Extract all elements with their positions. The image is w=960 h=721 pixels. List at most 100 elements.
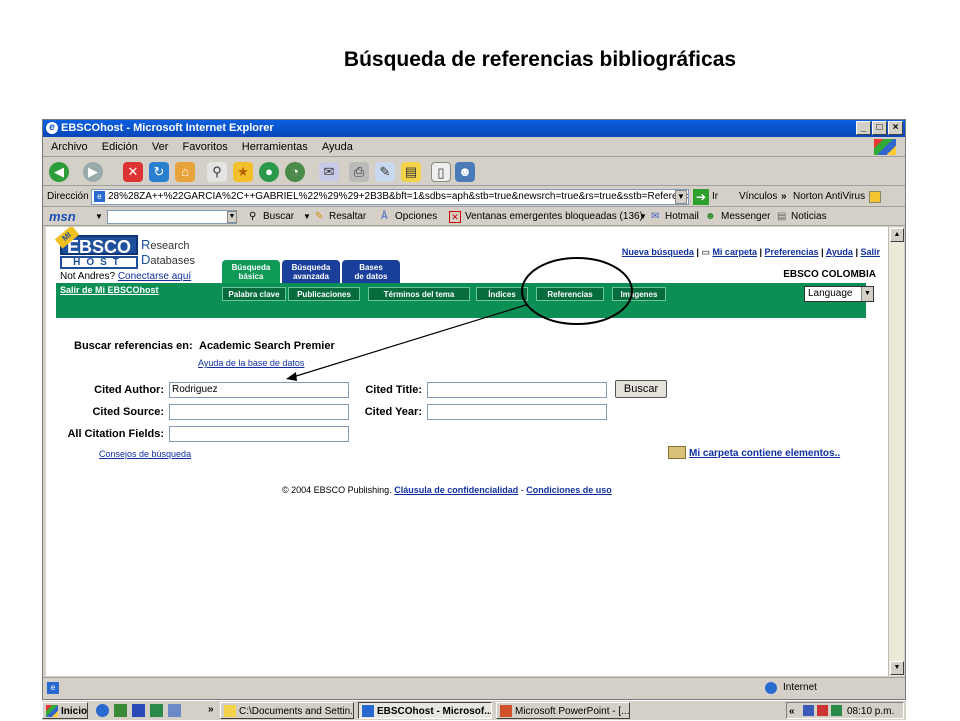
opciones-button[interactable]: Opciones [395, 208, 437, 226]
menu-favoritos[interactable]: Favoritos [182, 141, 227, 153]
resaltar-button[interactable]: Resaltar [329, 208, 366, 226]
slide-title: Búsqueda de referencias bibliográficas [343, 48, 737, 71]
back-icon[interactable]: ◀ [49, 162, 69, 182]
annotation-overlay [286, 257, 633, 381]
highlighter-icon: ✎ [315, 211, 324, 222]
pointer-arrow-line [292, 304, 527, 378]
taskbar: Inicio » C:\Documents and Settin... EBSC… [42, 700, 906, 720]
close-button[interactable]: × [888, 121, 903, 135]
address-url: 28%28ZA++%22GARCIA%2C++GABRIEL%22%29%29+… [108, 191, 689, 202]
msn-toolbar: msn ▼ ▼ ⚲ Buscar ▼ ✎ Resaltar Å Opciones… [43, 208, 905, 226]
discuss-icon[interactable]: ▤ [401, 162, 421, 182]
history-icon[interactable]: ◔ [285, 162, 305, 182]
menu-archivo[interactable]: Archivo [51, 141, 88, 153]
edit-icon[interactable]: ✎ [375, 162, 395, 182]
system-tray: « 08:10 p.m. [786, 702, 904, 719]
page-icon: e [94, 191, 105, 202]
status-bar: e Internet [43, 677, 905, 699]
messenger-buddy-icon: ☻ [705, 211, 716, 222]
title-bar[interactable]: e EBSCOhost - Microsoft Internet Explore… [43, 120, 905, 137]
messenger-button[interactable]: Messenger [721, 208, 770, 226]
msn-logo[interactable]: msn [49, 208, 76, 226]
menu-bar: Archivo Edición Ver Favoritos Herramient… [43, 137, 905, 157]
address-input[interactable]: e 28%28ZA++%22GARCIA%2C++GABRIEL%22%29%2… [91, 189, 689, 205]
menu-herramientas[interactable]: Herramientas [242, 141, 308, 153]
mail-icon[interactable]: ✉ [319, 162, 339, 182]
ie-window: e EBSCOhost - Microsoft Internet Explore… [42, 119, 906, 700]
menu-edicion[interactable]: Edición [102, 141, 138, 153]
task-powerpoint[interactable]: Microsoft PowerPoint - [... [496, 702, 630, 719]
web-page: EBSCO HOST MI Research Databases Not And… [46, 227, 888, 676]
address-bar: Dirección e 28%28ZA++%22GARCIA%2C++GABRI… [43, 187, 905, 207]
tray-network-icon[interactable] [803, 705, 814, 716]
forward-icon[interactable]: ▶ [83, 162, 103, 182]
start-button[interactable]: Inicio [42, 702, 88, 719]
popup-blocker-icon: ✕ [449, 211, 461, 223]
go-button[interactable]: Ir [712, 187, 718, 207]
quicklaunch-word-icon[interactable] [132, 704, 145, 717]
scroll-up-icon[interactable]: ▲ [890, 228, 904, 242]
news-icon: ▤ [777, 211, 787, 222]
menu-ver[interactable]: Ver [152, 141, 169, 153]
zone-label: Internet [783, 682, 817, 693]
media-icon[interactable]: ● [259, 162, 279, 182]
quicklaunch-excel-icon[interactable] [150, 704, 163, 717]
page-status-icon: e [47, 682, 59, 694]
buscar-dropdown-icon[interactable]: ▼ [303, 208, 311, 226]
quicklaunch-outlook-icon[interactable] [114, 704, 127, 717]
ie-task-icon [362, 705, 374, 717]
vertical-scrollbar[interactable]: ▲ ▼ [888, 227, 904, 676]
popups-blocked-button[interactable]: Ventanas emergentes bloqueadas (136) [465, 208, 643, 226]
tray-antivirus-icon[interactable] [817, 705, 828, 716]
window-title: EBSCOhost - Microsoft Internet Explorer [61, 122, 274, 134]
hotmail-button[interactable]: Hotmail [665, 208, 699, 226]
norton-label[interactable]: Norton AntiVirus [793, 187, 865, 207]
quicklaunch-desktop-icon[interactable] [168, 704, 181, 717]
powerpoint-task-icon [500, 705, 512, 717]
windows-flag-icon [46, 705, 58, 717]
noticias-button[interactable]: Noticias [791, 208, 827, 226]
hotmail-icon: ✉ [651, 211, 660, 222]
address-label: Dirección [47, 191, 89, 202]
norton-icon[interactable] [869, 191, 881, 203]
minimize-button[interactable]: _ [856, 121, 871, 135]
go-arrow-icon[interactable]: ➔ [693, 189, 709, 205]
msn-search-dropdown-icon[interactable]: ▼ [227, 211, 237, 223]
scroll-down-icon[interactable]: ▼ [890, 661, 904, 675]
tray-app-icon[interactable] [831, 705, 842, 716]
referencias-highlight-ellipse [521, 257, 633, 325]
start-label: Inicio [61, 706, 88, 717]
task-ebscohost[interactable]: EBSCOhost - Microsof... [358, 702, 492, 719]
quicklaunch-more-icon[interactable]: » [208, 701, 214, 719]
research-icon[interactable]: ▯ [431, 162, 451, 182]
task-explorer-label: C:\Documents and Settin... [239, 706, 354, 717]
magnifier-icon: ⚲ [249, 211, 257, 222]
quicklaunch-ie-icon[interactable] [96, 704, 109, 717]
menu-ayuda[interactable]: Ayuda [322, 141, 353, 153]
home-icon[interactable]: ⌂ [175, 162, 195, 182]
options-icon: Å [381, 211, 388, 222]
msn-dropdown-icon[interactable]: ▼ [95, 208, 103, 226]
popups-dropdown-icon[interactable]: ▼ [639, 208, 647, 226]
chevron-right-icon[interactable]: » [781, 187, 787, 207]
print-icon[interactable]: ⎙ [349, 162, 369, 182]
tray-expand-icon[interactable]: « [789, 703, 795, 721]
links-label[interactable]: Vínculos [739, 187, 777, 207]
task-powerpoint-label: Microsoft PowerPoint - [... [515, 706, 630, 717]
address-dropdown-icon[interactable]: ▼ [675, 190, 687, 204]
favorites-icon[interactable]: ★ [233, 162, 253, 182]
folder-task-icon [224, 705, 236, 717]
stop-icon[interactable]: ✕ [123, 162, 143, 182]
msn-buscar-button[interactable]: Buscar [263, 208, 294, 226]
ie-logo-icon: e [46, 122, 58, 134]
maximize-button[interactable]: □ [872, 121, 887, 135]
internet-zone-icon [765, 682, 777, 694]
task-explorer[interactable]: C:\Documents and Settin... [220, 702, 354, 719]
clock: 08:10 p.m. [847, 706, 895, 717]
refresh-icon[interactable]: ↻ [149, 162, 169, 182]
pointer-arrowhead [286, 372, 297, 381]
task-ebscohost-label: EBSCOhost - Microsof... [377, 706, 492, 717]
search-icon[interactable]: ⚲ [207, 162, 227, 182]
messenger-icon[interactable]: ☻ [455, 162, 475, 182]
msn-search-input[interactable] [107, 210, 237, 224]
